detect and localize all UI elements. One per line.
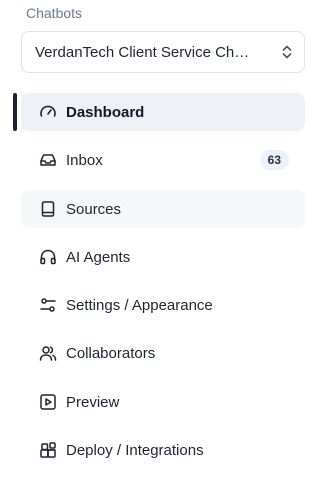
active-indicator	[13, 93, 17, 131]
nav-item-preview[interactable]: Preview	[21, 383, 305, 421]
nav-label: Inbox	[66, 151, 103, 169]
chatbot-selector[interactable]: VerdanTech Client Service Ch…	[21, 31, 305, 73]
nav-label: AI Agents	[66, 248, 131, 266]
nav-label: Sources	[66, 200, 122, 218]
nav-item-deploy-integrations[interactable]: Deploy / Integrations	[21, 431, 305, 469]
nav-item-settings-appearance[interactable]: Settings / Appearance	[21, 286, 305, 324]
headphones-icon	[39, 248, 57, 266]
chevron-up-down-icon	[280, 43, 294, 61]
gauge-icon	[39, 103, 57, 121]
chatbot-selector-value: VerdanTech Client Service Ch…	[35, 43, 250, 61]
inbox-icon	[39, 151, 57, 169]
nav-label: Settings / Appearance	[66, 296, 213, 314]
book-icon	[39, 200, 57, 218]
nav-item-ai-agents[interactable]: AI Agents	[21, 238, 305, 276]
nav-label: Collaborators	[66, 344, 156, 362]
section-label: Chatbots	[26, 5, 83, 21]
nav-label: Deploy / Integrations	[66, 441, 204, 459]
users-icon	[39, 344, 57, 362]
play-square-icon	[39, 393, 57, 411]
chatbot-sidebar: Chatbots VerdanTech Client Service Ch… D…	[0, 0, 319, 482]
nav-item-sources[interactable]: Sources	[21, 190, 305, 228]
nav-item-collaborators[interactable]: Collaborators	[21, 334, 305, 372]
nav-item-inbox[interactable]: Inbox 63	[21, 141, 305, 179]
nav-label: Preview	[66, 393, 120, 411]
nav-item-dashboard[interactable]: Dashboard	[21, 93, 305, 131]
sliders-icon	[39, 296, 57, 314]
blocks-icon	[39, 441, 57, 459]
unread-count-badge: 63	[259, 150, 289, 170]
nav-label: Dashboard	[66, 103, 145, 121]
